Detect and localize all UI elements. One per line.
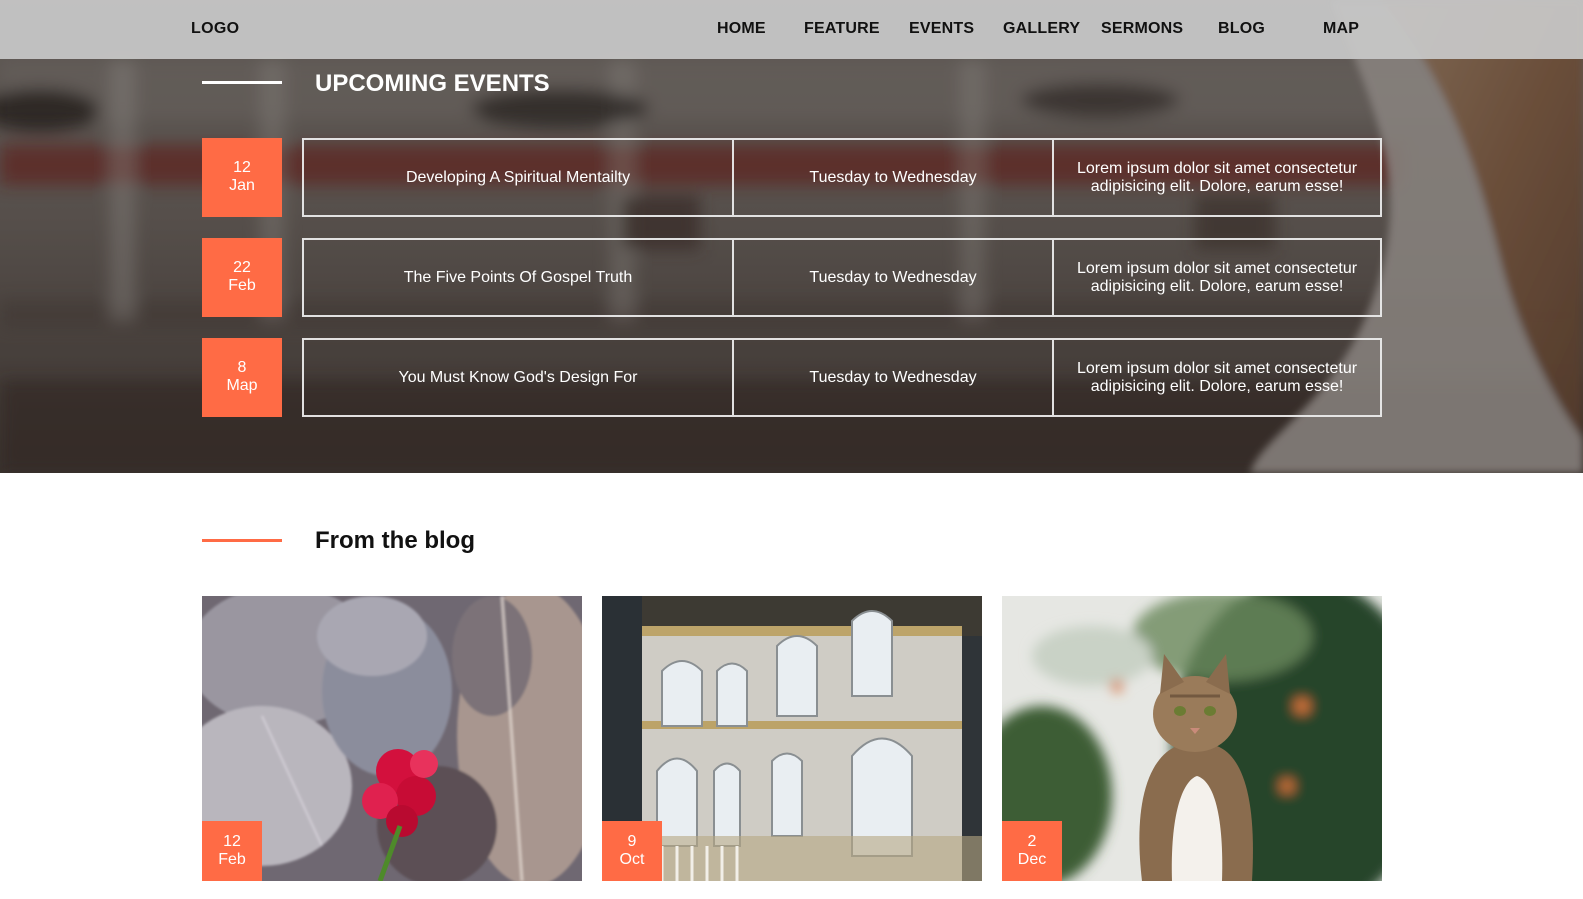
event-row[interactable]: Developing A Spiritual Mentailty Tuesday…: [302, 138, 1382, 217]
blog-day: 12: [223, 833, 241, 850]
event-description: Lorem ipsum dolor sit amet consectetur a…: [1076, 259, 1358, 295]
event-day: 22: [233, 259, 251, 276]
blog-date-badge: 12 Feb: [202, 821, 262, 881]
nav-gallery[interactable]: GALLERY: [1003, 20, 1080, 38]
blog-card[interactable]: 12 Feb: [202, 596, 582, 881]
site-logo[interactable]: LOGO: [191, 20, 239, 38]
events-heading-rule: [202, 81, 282, 84]
nav-map[interactable]: MAP: [1323, 20, 1359, 38]
blog-month: Oct: [619, 851, 645, 868]
event-month: Map: [226, 377, 258, 394]
event-date-badge: 12 Jan: [202, 138, 282, 217]
event-month: Feb: [228, 277, 256, 294]
event-month: Jan: [229, 177, 255, 194]
event-title[interactable]: The Five Points Of Gospel Truth: [304, 240, 734, 315]
blog-day: 9: [627, 833, 637, 850]
event-schedule: Tuesday to Wednesday: [734, 140, 1054, 215]
event-schedule: Tuesday to Wednesday: [734, 340, 1054, 415]
top-navbar: LOGO HOME FEATURE EVENTS GALLERY SERMONS…: [0, 0, 1583, 59]
blog-heading: From the blog: [315, 527, 475, 554]
blog-card[interactable]: 9 Oct: [602, 596, 982, 881]
nav-feature[interactable]: FEATURE: [804, 20, 880, 38]
event-schedule: Tuesday to Wednesday: [734, 240, 1054, 315]
nav-sermons[interactable]: SERMONS: [1101, 20, 1183, 38]
events-heading: UPCOMING EVENTS: [315, 70, 550, 97]
event-day: 8: [237, 359, 247, 376]
blog-day: 2: [1027, 833, 1037, 850]
event-row[interactable]: You Must Know God's Design For Tuesday t…: [302, 338, 1382, 417]
event-day: 12: [233, 159, 251, 176]
event-description: Lorem ipsum dolor sit amet consectetur a…: [1076, 359, 1358, 395]
blog-card[interactable]: 2 Dec: [1002, 596, 1382, 881]
nav-events[interactable]: EVENTS: [909, 20, 974, 38]
event-row[interactable]: The Five Points Of Gospel Truth Tuesday …: [302, 238, 1382, 317]
blog-heading-rule: [202, 539, 282, 542]
blog-date-badge: 9 Oct: [602, 821, 662, 881]
events-hero-section: UPCOMING EVENTS 12 Jan Developing A Spir…: [0, 0, 1583, 473]
event-description: Lorem ipsum dolor sit amet consectetur a…: [1076, 159, 1358, 195]
event-date-badge: 22 Feb: [202, 238, 282, 317]
event-date-badge: 8 Map: [202, 338, 282, 417]
nav-home[interactable]: HOME: [717, 20, 766, 38]
blog-month: Feb: [218, 851, 246, 868]
event-title[interactable]: Developing A Spiritual Mentailty: [304, 140, 734, 215]
blog-date-badge: 2 Dec: [1002, 821, 1062, 881]
nav-blog[interactable]: BLOG: [1218, 20, 1265, 38]
blog-month: Dec: [1017, 851, 1047, 868]
event-title[interactable]: You Must Know God's Design For: [304, 340, 734, 415]
